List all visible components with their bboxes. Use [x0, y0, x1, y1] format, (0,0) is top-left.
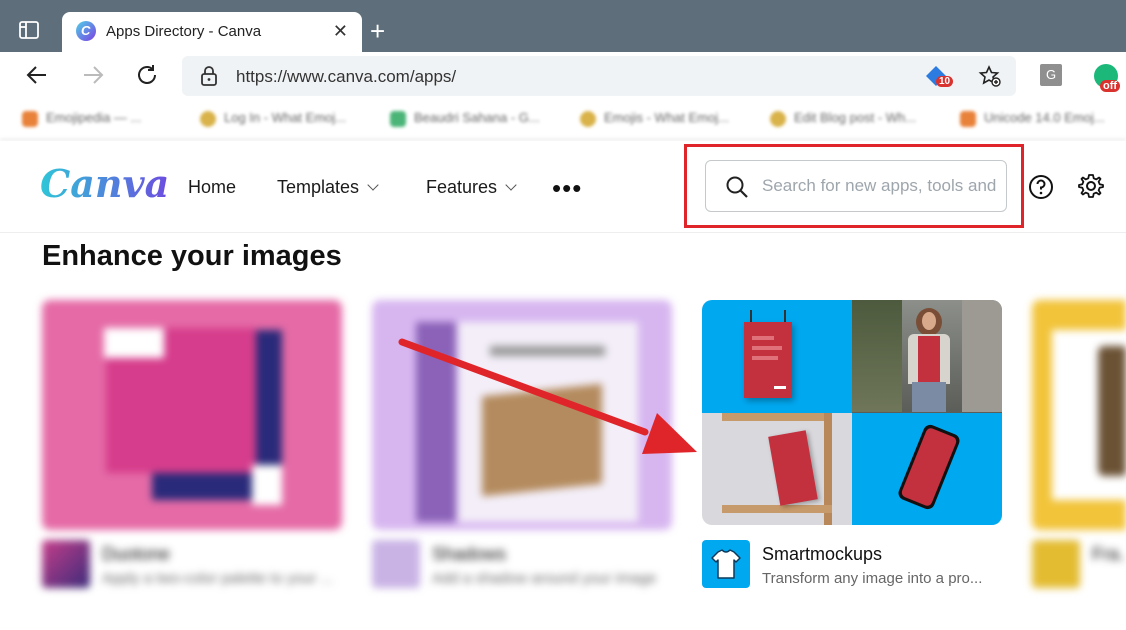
card-name: Fra...: [1092, 544, 1126, 564]
bookmark-label: Log In - What Emoj...: [224, 110, 347, 125]
bookmark-item[interactable]: Emojis - What Emoj...: [580, 110, 729, 128]
bookmark-label: Edit Blog post - Wh...: [794, 110, 917, 125]
bookmark-favicon-icon: [22, 110, 38, 127]
app-card-duotone[interactable]: Duotone Apply a two-color palette to you…: [42, 300, 342, 600]
search-box[interactable]: [705, 160, 1007, 212]
bookmark-favicon-icon: [960, 110, 976, 127]
bookmark-label: Emojipedia — ...: [46, 110, 142, 125]
nav-templates-label: Templates: [277, 177, 360, 197]
chevron-down-icon: [367, 179, 379, 191]
nav-templates[interactable]: Templates: [277, 177, 379, 198]
card-thumbnail: [1032, 300, 1126, 530]
mockup-poster-quadrant: [702, 300, 852, 413]
more-menu-button[interactable]: •••: [552, 173, 582, 204]
bookmark-label: Emojis - What Emoj...: [604, 110, 729, 125]
canva-favicon-icon: [76, 21, 96, 41]
nav-features[interactable]: Features: [426, 177, 517, 198]
card-app-icon: [42, 540, 90, 588]
app-card-smartmockups[interactable]: Smartmockups Transform any image into a …: [702, 300, 1002, 600]
favorite-star-add-icon[interactable]: [978, 64, 1002, 88]
nav-home[interactable]: Home: [188, 177, 236, 198]
mockup-book-shelf-quadrant: [702, 412, 852, 525]
forward-arrow-icon[interactable]: [80, 62, 106, 88]
card-name: Duotone: [102, 544, 171, 564]
bookmark-favicon-icon: [390, 110, 406, 127]
new-tab-icon[interactable]: +: [370, 18, 385, 44]
bookmarks-bar: Emojipedia — ... Log In - What Emoj... B…: [0, 98, 1126, 140]
header-divider: [0, 232, 1126, 233]
bookmark-favicon-icon: [770, 110, 786, 127]
extension-g-icon[interactable]: G: [1040, 64, 1062, 86]
canva-logo[interactable]: Canva: [40, 161, 169, 206]
tab-actions-icon[interactable]: [18, 19, 40, 41]
back-arrow-icon[interactable]: [24, 62, 50, 88]
bookmark-label: Unicode 14.0 Emoj...: [984, 110, 1105, 125]
card-description: Transform any image into a pro...: [762, 570, 983, 587]
bookmark-item[interactable]: Edit Blog post - Wh...: [770, 110, 916, 128]
bookmark-favicon-icon: [200, 110, 216, 127]
mockup-person-photo-quadrant: [852, 300, 1002, 413]
extension-badge: 10: [936, 76, 954, 87]
search-icon: [726, 176, 748, 198]
card-app-icon: [1032, 540, 1080, 588]
url-text: https://www.canva.com/apps/: [236, 67, 457, 86]
card-description: Apply a two-color palette to your ...: [102, 570, 333, 587]
browser-toolbar: https://www.canva.com/apps/ 10 G off: [0, 52, 1126, 98]
card-thumbnail: [702, 300, 1002, 525]
mockup-phone-quadrant: [852, 412, 1002, 525]
address-bar[interactable]: https://www.canva.com/apps/ 10: [182, 56, 1016, 96]
extension-off-badge: off: [1100, 80, 1121, 92]
search-input[interactable]: [762, 173, 1002, 199]
gear-icon[interactable]: [1077, 172, 1105, 200]
help-icon[interactable]: [1028, 174, 1054, 200]
chevron-down-icon: [505, 179, 517, 191]
tshirt-icon: [711, 549, 741, 579]
card-description: Add a shadow around your image: [432, 570, 657, 587]
bookmark-item[interactable]: Emojipedia — ...: [22, 110, 141, 128]
app-card-frames[interactable]: Fra...: [1032, 300, 1126, 600]
bookmark-item[interactable]: Beaudri Sahana - G...: [390, 110, 540, 128]
card-thumbnail: [42, 300, 342, 530]
lock-icon[interactable]: [200, 66, 218, 86]
card-name: Shadows: [432, 544, 507, 564]
browser-tab-active[interactable]: Apps Directory - Canva ✕: [62, 12, 362, 54]
refresh-icon[interactable]: [134, 62, 160, 88]
close-tab-icon[interactable]: ✕: [333, 21, 348, 42]
section-title: Enhance your images: [42, 240, 342, 272]
bookmark-item[interactable]: Unicode 14.0 Emoj...: [960, 110, 1105, 128]
tab-title: Apps Directory - Canva: [106, 23, 262, 40]
bookmark-favicon-icon: [580, 110, 596, 127]
tab-strip: Apps Directory - Canva ✕ +: [0, 0, 1126, 54]
card-thumbnail: [372, 300, 672, 530]
browser-window: Apps Directory - Canva ✕ + https://www.c…: [0, 0, 1126, 630]
nav-features-label: Features: [426, 177, 498, 197]
bookmark-item[interactable]: Log In - What Emoj...: [200, 110, 346, 128]
smartmockups-app-icon: [702, 540, 750, 588]
bookmark-label: Beaudri Sahana - G...: [414, 110, 540, 125]
card-app-icon: [372, 540, 420, 588]
card-name: Smartmockups: [762, 544, 883, 564]
app-card-shadows[interactable]: Shadows Add a shadow around your image: [372, 300, 672, 600]
